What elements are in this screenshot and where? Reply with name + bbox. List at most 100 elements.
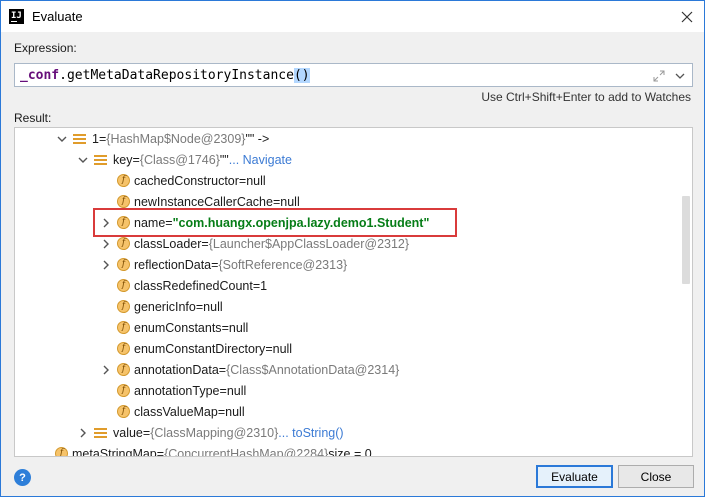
tree-node-type: {Launcher$AppClassLoader@2312}: [208, 236, 410, 251]
tree-node-eq: =: [201, 236, 209, 251]
tree-node-name: metaStringMap: [72, 446, 157, 457]
tree-node-eq: =: [218, 362, 227, 377]
tree-node-name: cachedConstructor: [134, 173, 239, 188]
expression-method: .getMetaDataRepositoryInstance: [59, 68, 294, 83]
tree-node-name: key: [113, 152, 133, 167]
chevron-down-icon[interactable]: [55, 132, 69, 146]
field-icon: f: [117, 405, 130, 418]
tree-node-eq: =: [217, 404, 226, 419]
expression-parens: (): [293, 68, 310, 83]
tree-node-eq: =: [219, 383, 227, 398]
tree-node-eq: =: [165, 215, 173, 230]
chevron-right-icon[interactable]: [99, 363, 113, 377]
map-entry-icon: [73, 133, 86, 145]
tree-row[interactable]: f classRedefinedCount = 1: [99, 275, 267, 296]
tree-row[interactable]: f annotationData = {Class$AnnotationData…: [99, 359, 399, 380]
field-icon: f: [117, 195, 130, 208]
tree-node-value: 1: [260, 278, 268, 293]
tree-row[interactable]: f classLoader = {Launcher$AppClassLoader…: [99, 233, 409, 254]
tree-node-name: classRedefinedCount: [134, 278, 253, 293]
tree-node-value: null: [203, 299, 223, 314]
map-entry-icon: [94, 154, 107, 166]
field-icon: f: [117, 300, 130, 313]
window-title: Evaluate: [32, 9, 83, 24]
chevron-right-icon[interactable]: [99, 216, 113, 230]
chevron-right-icon[interactable]: [99, 237, 113, 251]
tree-row[interactable]: f metaStringMap = {ConcurrentHashMap@228…: [37, 443, 372, 457]
chevron-down-icon[interactable]: [76, 153, 90, 167]
tostring-link[interactable]: ... toString(): [278, 426, 343, 440]
evaluate-dialog: IJ Evaluate Expression: _conf.getMetaDat…: [0, 0, 705, 497]
field-icon: f: [117, 216, 130, 229]
tree-row[interactable]: f cachedConstructor = null: [99, 170, 266, 191]
tree-row[interactable]: 1 = {HashMap$Node@2309} "" ->: [55, 128, 269, 149]
tree-row[interactable]: f enumConstantDirectory = null: [99, 338, 292, 359]
tree-row[interactable]: f name = "com.huangx.openjpa.lazy.demo1.…: [99, 212, 429, 233]
chevron-down-icon[interactable]: [674, 70, 686, 82]
tree-node-name: classLoader: [134, 236, 202, 251]
field-icon: f: [117, 174, 130, 187]
tree-row[interactable]: f annotationType = null: [99, 380, 246, 401]
tree-row[interactable]: f genericInfo = null: [99, 296, 223, 317]
expression-variable: _conf: [20, 68, 60, 83]
field-icon: f: [55, 447, 68, 456]
chevron-right-icon[interactable]: [76, 426, 90, 440]
watches-hint: Use Ctrl+Shift+Enter to add to Watches: [481, 90, 691, 104]
field-icon: f: [117, 363, 130, 376]
evaluate-button[interactable]: Evaluate: [536, 465, 613, 488]
intellij-icon: IJ: [9, 9, 24, 24]
expand-icon[interactable]: [652, 69, 666, 83]
tree-node-value: null: [272, 341, 293, 356]
tree-node-eq: =: [238, 173, 247, 188]
tree-node-value: null: [246, 173, 266, 188]
tree-node-type: {HashMap$Node@2309}: [106, 131, 246, 146]
close-icon: [681, 11, 693, 22]
tree-node-value: null: [225, 404, 245, 419]
tree-row[interactable]: f enumConstants = null: [99, 317, 248, 338]
tree-node-string-value: "com.huangx.openjpa.lazy.demo1.Student": [172, 215, 430, 230]
vertical-scrollbar[interactable]: [682, 196, 690, 284]
navigate-link[interactable]: ... Navigate: [229, 153, 292, 167]
tree-node-name: annotationData: [134, 362, 219, 377]
close-window-button[interactable]: [670, 1, 704, 32]
result-label: Result:: [14, 111, 52, 125]
close-button[interactable]: Close: [618, 465, 694, 488]
tree-node-name: classValueMap: [134, 404, 218, 419]
tree-node-eq: =: [132, 152, 140, 167]
tree-node-type: {ConcurrentHashMap@2284}: [164, 446, 329, 457]
tree-row[interactable]: key = {Class@1746} ""... Navigate: [76, 149, 292, 170]
help-icon[interactable]: ?: [14, 469, 31, 486]
tree-node-eq: =: [195, 299, 204, 314]
tree-node-eq: =: [221, 320, 229, 335]
tree-node-name: 1: [92, 131, 99, 146]
expression-input[interactable]: _conf.getMetaDataRepositoryInstance(): [14, 63, 693, 87]
expression-text[interactable]: _conf.getMetaDataRepositoryInstance(): [20, 68, 310, 83]
field-icon: f: [117, 279, 130, 292]
tree-node-eq: =: [265, 341, 273, 356]
field-icon: f: [117, 237, 130, 250]
tree-node-eq: =: [252, 278, 261, 293]
tree-node-type: {Class@1746}: [139, 152, 220, 167]
tree-row[interactable]: f reflectionData = {SoftReference@2313}: [99, 254, 347, 275]
tree-node-eq: =: [272, 194, 281, 209]
tree-node-name: newInstanceCallerCache: [134, 194, 273, 209]
tree-node-name: genericInfo: [134, 299, 196, 314]
tree-node-eq: =: [142, 425, 151, 440]
tree-node-name: enumConstants: [134, 320, 222, 335]
chevron-right-icon[interactable]: [99, 258, 113, 272]
tree-node-eq: =: [156, 446, 165, 457]
tree-node-type: {Class$AnnotationData@2314}: [226, 362, 400, 377]
tree-node-value: null: [280, 194, 300, 209]
tree-row[interactable]: value = {ClassMapping@2310} ... toString…: [76, 422, 344, 443]
tree-row[interactable]: f classValueMap = null: [99, 401, 245, 422]
tree-node-suffix: "" ->: [245, 131, 270, 146]
tree-node-name: reflectionData: [134, 257, 212, 272]
field-icon: f: [117, 258, 130, 271]
tree-node-suffix: size = 0: [328, 446, 372, 457]
tree-node-suffix: "": [219, 152, 229, 167]
tree-node-name: value: [113, 425, 143, 440]
result-tree[interactable]: 1 = {HashMap$Node@2309} "" -> key = {Cla…: [14, 127, 693, 457]
tree-node-type: {ClassMapping@2310}: [150, 425, 279, 440]
title-bar: IJ Evaluate: [1, 1, 704, 32]
tree-row[interactable]: f newInstanceCallerCache = null: [99, 191, 300, 212]
